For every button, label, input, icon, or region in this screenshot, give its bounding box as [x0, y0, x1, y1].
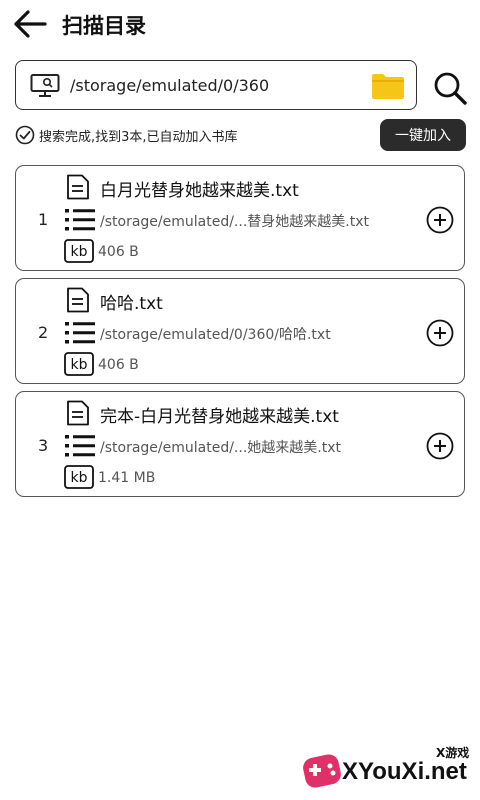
gamepad-logo-icon	[303, 754, 341, 788]
back-button[interactable]	[12, 8, 48, 40]
document-icon	[67, 400, 89, 426]
file-index: 3	[38, 436, 49, 455]
path-value: /storage/emulated/0/360	[70, 76, 270, 95]
add-all-button[interactable]: 一键加入	[380, 119, 466, 151]
search-button[interactable]	[432, 70, 468, 106]
list-icon	[65, 435, 95, 457]
header-bar: 扫描目录	[0, 0, 480, 50]
svg-text:kb: kb	[71, 244, 88, 260]
file-path: /storage/emulated/0/360/哈哈.txt	[100, 327, 331, 343]
status-row: 搜索完成,找到3本,已自动加入书库	[15, 124, 238, 146]
file-index: 1	[38, 210, 49, 229]
file-size: 406 B	[98, 357, 139, 373]
file-size: 1.41 MB	[98, 470, 156, 486]
add-icon[interactable]	[426, 432, 454, 460]
computer-search-icon	[30, 74, 60, 97]
file-path: /storage/emulated/...替身她越来越美.txt	[100, 214, 369, 230]
svg-text:kb: kb	[71, 470, 88, 486]
arrow-left-icon	[14, 10, 47, 38]
check-circle-icon	[15, 125, 35, 145]
file-name: 哈哈.txt	[100, 294, 163, 314]
file-card[interactable]: 1 白月光替身她越来越美.txt /storage/emulated/...替身…	[15, 165, 465, 271]
list-icon	[65, 322, 95, 344]
search-icon	[434, 72, 467, 105]
watermark-text: XYouXi.net	[342, 758, 467, 785]
document-icon	[67, 287, 89, 313]
file-name: 完本-白月光替身她越来越美.txt	[100, 407, 339, 427]
watermark: X游戏 XYouXi.net	[300, 740, 475, 795]
svg-text:kb: kb	[71, 357, 88, 373]
file-name: 白月光替身她越来越美.txt	[100, 181, 299, 201]
folder-icon	[372, 74, 404, 99]
file-size: 406 B	[98, 244, 139, 260]
kb-icon: kb	[64, 352, 94, 376]
folder-button[interactable]	[371, 72, 405, 100]
file-card[interactable]: 3 完本-白月光替身她越来越美.txt /storage/emulated/..…	[15, 391, 465, 497]
kb-icon: kb	[64, 465, 94, 489]
file-card[interactable]: 2 哈哈.txt /storage/emulated/0/360/哈哈.txt …	[15, 278, 465, 384]
file-path: /storage/emulated/...她越来越美.txt	[100, 440, 341, 456]
path-field[interactable]: /storage/emulated/0/360	[15, 60, 417, 110]
status-text: 搜索完成,找到3本,已自动加入书库	[39, 129, 238, 145]
document-icon	[67, 174, 89, 200]
page-title: 扫描目录	[62, 14, 146, 38]
file-index: 2	[38, 323, 49, 342]
add-icon[interactable]	[426, 206, 454, 234]
list-icon	[65, 209, 95, 231]
kb-icon: kb	[64, 239, 94, 263]
add-icon[interactable]	[426, 319, 454, 347]
